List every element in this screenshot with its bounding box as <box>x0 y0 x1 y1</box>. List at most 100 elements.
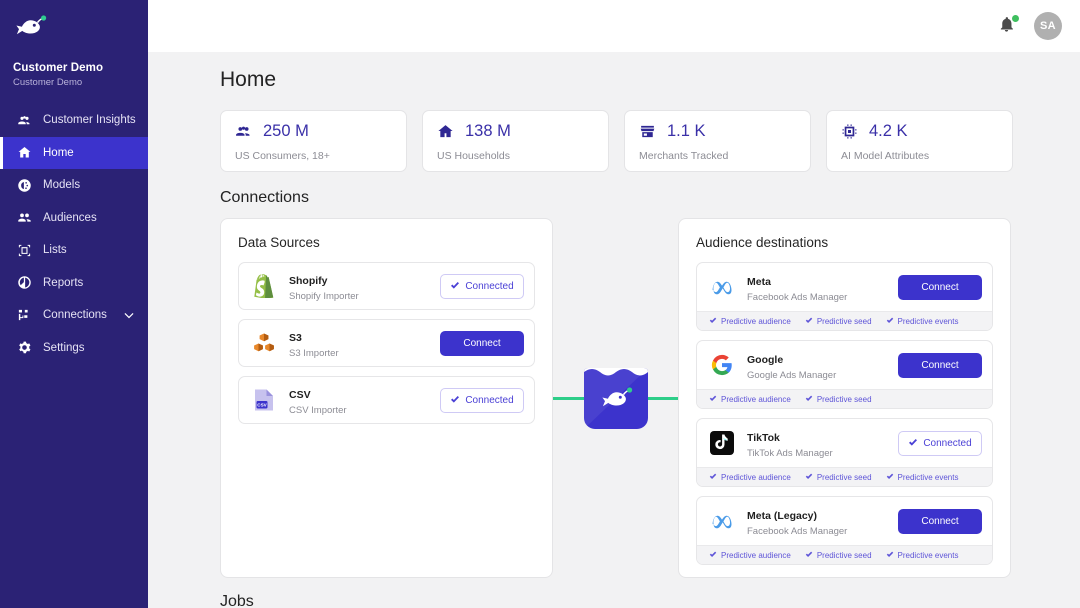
check-icon <box>450 394 460 407</box>
tag-label: Predictive events <box>898 317 959 326</box>
sidebar-item-home[interactable]: Home <box>0 137 148 170</box>
sidebar-item-settings[interactable]: Settings <box>0 332 148 365</box>
lists-icon <box>17 243 32 258</box>
sidebar-item-label: Settings <box>43 342 148 354</box>
stat-top: 1.1 K <box>639 122 796 141</box>
destination-name: Meta (Legacy) <box>747 510 817 522</box>
logo[interactable] <box>0 0 148 52</box>
sidebar-item-models[interactable]: Models <box>0 169 148 202</box>
connected-button[interactable]: Connected <box>440 274 524 299</box>
destinations-list: MetaFacebook Ads ManagerConnectPredictiv… <box>696 262 993 565</box>
data-source-text: S3S3 Importer <box>289 328 440 359</box>
data-source-name: S3 <box>289 332 302 344</box>
connect-button[interactable]: Connect <box>898 275 982 300</box>
sidebar-item-connections[interactable]: Connections <box>0 299 148 332</box>
destinations-heading: Audience destinations <box>696 235 993 250</box>
topbar: SA <box>148 0 1080 52</box>
sidebar-item-label: Reports <box>43 277 148 289</box>
page-content: Home 250 MUS Consumers, 18+138 MUS House… <box>148 52 1080 608</box>
org-block: Customer Demo Customer Demo <box>0 52 148 100</box>
destination-text: TikTok TikTok Ads Manager <box>747 428 898 459</box>
notification-bell-icon[interactable] <box>998 16 1018 36</box>
tag-label: Predictive audience <box>721 551 791 560</box>
predictive-tag: Predictive events <box>886 316 959 326</box>
sidebar-item-lists[interactable]: Lists <box>0 234 148 267</box>
destination-name: Meta <box>747 276 771 288</box>
sidebar-item-label: Connections <box>43 309 113 321</box>
tag-label: Predictive events <box>898 473 959 482</box>
connect-button[interactable]: Connect <box>898 353 982 378</box>
destination-subtitle: Facebook Ads Manager <box>747 292 898 303</box>
customer-insights-icon <box>17 113 32 128</box>
destination-text: GoogleGoogle Ads Manager <box>747 350 898 381</box>
connected-button[interactable]: Connected <box>898 431 982 456</box>
tank-wave-icon <box>584 368 648 379</box>
data-source-text: CSV CSV Importer <box>289 385 440 416</box>
destination-name: TikTok <box>747 432 780 444</box>
tag-label: Predictive audience <box>721 473 791 482</box>
data-source-name: CSV <box>289 389 311 401</box>
connections-row: Data Sources ShopifyShopify ImporterConn… <box>220 218 1080 578</box>
sidebar-item-label: Lists <box>43 244 148 256</box>
main-area: SA Home 250 MUS Consumers, 18+138 MUS Ho… <box>148 0 1080 608</box>
data-source-card: CSV CSV CSV Importer Connected <box>238 376 535 424</box>
check-icon <box>709 394 717 404</box>
water-tank-icon <box>584 368 648 429</box>
avatar[interactable]: SA <box>1034 12 1062 40</box>
check-icon <box>805 472 813 482</box>
data-source-card: S3S3 Importer Connect <box>238 319 535 367</box>
data-sources-list: ShopifyShopify ImporterConnectedS3S3 Imp… <box>238 262 535 424</box>
stat-card: 4.2 KAI Model Attributes <box>826 110 1013 172</box>
connected-button[interactable]: Connected <box>440 388 524 413</box>
svg-text:CSV: CSV <box>257 402 267 407</box>
models-icon <box>17 178 32 193</box>
button-label: Connected <box>465 395 513 406</box>
destination-subtitle: Facebook Ads Manager <box>747 526 898 537</box>
destination-card: GoogleGoogle Ads Manager Connect Predictiv… <box>696 340 993 409</box>
button-label: Connect <box>921 360 958 371</box>
sidebar-item-audiences[interactable]: Audiences <box>0 202 148 235</box>
home-icon <box>17 145 32 160</box>
predictive-tag: Predictive audience <box>709 316 791 326</box>
data-source-subtitle: CSV Importer <box>289 405 440 416</box>
destination-card: TikTok TikTok Ads Manager Connected Predict… <box>696 418 993 487</box>
chevron-down-icon[interactable] <box>124 310 134 320</box>
anglerfish-icon <box>599 386 633 410</box>
predictive-tag: Predictive audience <box>709 550 791 560</box>
sidebar-item-customer-insights[interactable]: Customer Insights <box>0 104 148 137</box>
tag-label: Predictive seed <box>817 551 872 560</box>
tiktok-icon <box>709 430 735 456</box>
tag-label: Predictive seed <box>817 395 872 404</box>
audiences-icon <box>17 210 32 225</box>
stat-cards: 250 MUS Consumers, 18+138 MUS Households… <box>220 110 1080 172</box>
sidebar-item-reports[interactable]: Reports <box>0 267 148 300</box>
destination-tags: Predictive audiencePredictive seed <box>697 389 992 408</box>
sidebar: Customer Demo Customer Demo Customer Ins… <box>0 0 148 608</box>
house-icon <box>437 123 454 140</box>
data-sources-panel: Data Sources ShopifyShopify ImporterConn… <box>220 218 553 578</box>
destination-main: Meta Facebook Ads Manager Connect <box>697 263 992 311</box>
destination-name: Google <box>747 354 783 366</box>
button-label: Connect <box>463 338 500 349</box>
button-label: Connected <box>923 438 971 449</box>
predictive-tag: Predictive seed <box>805 316 872 326</box>
stat-top: 138 M <box>437 122 594 141</box>
predictive-tag: Predictive events <box>886 550 959 560</box>
button-label: Connect <box>921 282 958 293</box>
tag-label: Predictive seed <box>817 473 872 482</box>
sidebar-item-label: Home <box>43 147 148 159</box>
destination-main: GoogleGoogle Ads Manager Connect <box>697 341 992 389</box>
button-label: Connected <box>465 281 513 292</box>
connect-button[interactable]: Connect <box>898 509 982 534</box>
stat-top: 4.2 K <box>841 122 998 141</box>
destination-main: TikTok TikTok Ads Manager Connected <box>697 419 992 467</box>
sidebar-item-label: Customer Insights <box>43 114 148 126</box>
meta-icon <box>709 274 735 300</box>
tag-label: Predictive seed <box>817 317 872 326</box>
connections-icon <box>17 308 32 323</box>
destination-subtitle: TikTok Ads Manager <box>747 448 898 459</box>
predictive-tag: Predictive seed <box>805 550 872 560</box>
connect-button[interactable]: Connect <box>440 331 524 356</box>
stat-value: 250 M <box>263 122 309 141</box>
s3-icon <box>251 330 277 356</box>
